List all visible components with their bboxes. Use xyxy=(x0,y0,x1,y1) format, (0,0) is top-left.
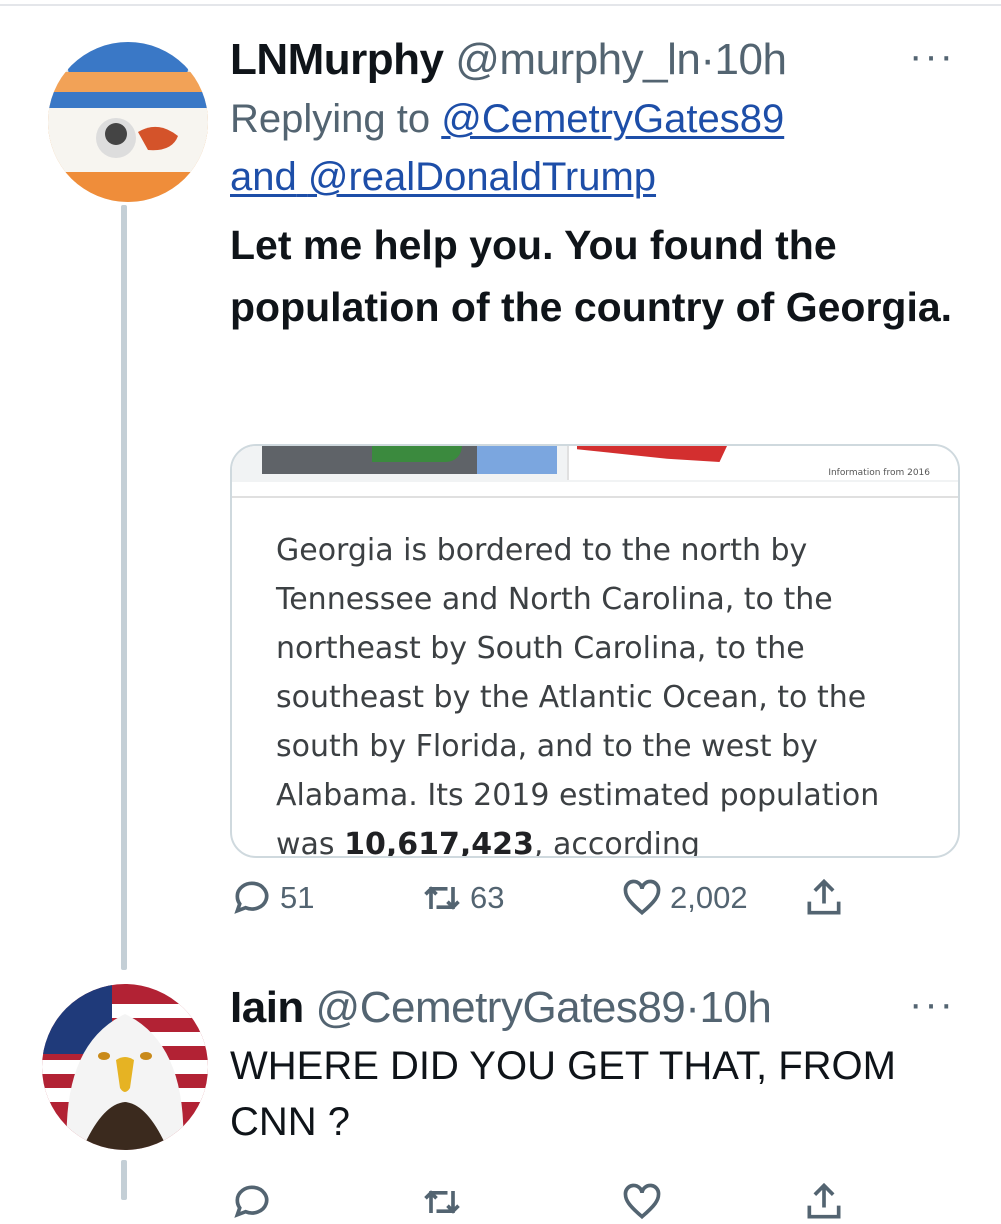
mention-link[interactable]: and @realDonaldTrump xyxy=(230,155,656,199)
retweet-button[interactable] xyxy=(420,1180,464,1224)
share-icon xyxy=(807,878,841,915)
tweet-actions xyxy=(230,1180,870,1220)
like-icon xyxy=(623,879,661,916)
mention-link[interactable]: @CemetryGates89 xyxy=(441,97,784,141)
retweet-button[interactable]: 63 xyxy=(420,876,504,920)
top-divider xyxy=(0,4,1001,6)
population-value: 10,617,423 xyxy=(344,827,534,858)
reply-button[interactable] xyxy=(230,1180,274,1224)
card-text: Georgia is bordered to the north by Tenn… xyxy=(276,526,926,858)
reply-icon xyxy=(234,881,269,914)
divider xyxy=(232,496,958,498)
more-icon[interactable]: ··· xyxy=(909,34,955,79)
tweet-header: LNMurphy @murphy_ln·10h xyxy=(230,30,965,90)
reply-count: 51 xyxy=(280,880,315,915)
like-button[interactable] xyxy=(620,1180,664,1224)
timestamp[interactable]: 10h xyxy=(699,983,771,1032)
replying-to-label: Replying to xyxy=(230,97,431,141)
thread-line xyxy=(121,205,127,970)
user-handle[interactable]: @murphy_ln xyxy=(455,35,701,84)
replying-to: Replying to @CemetryGates89 and @realDon… xyxy=(230,90,965,206)
tweet[interactable]: Iain @CemetryGates89·10h ··· WHERE DID Y… xyxy=(230,978,965,1150)
tweet-header: Iain @CemetryGates89·10h xyxy=(230,978,965,1038)
retweet-count: 63 xyxy=(470,880,505,915)
like-icon xyxy=(623,1183,661,1220)
display-name[interactable]: Iain xyxy=(230,983,304,1032)
like-count: 2,002 xyxy=(670,880,748,915)
avatar[interactable] xyxy=(42,984,208,1150)
share-icon xyxy=(807,1182,841,1219)
separator: · xyxy=(700,35,715,84)
reply-icon xyxy=(234,1185,269,1218)
tweet-text: Let me help you. You found the populatio… xyxy=(230,222,953,330)
share-button[interactable] xyxy=(802,876,846,920)
info-note: Information from 2016 xyxy=(828,468,930,478)
like-button[interactable]: 2,002 xyxy=(620,876,748,920)
tweet[interactable]: LNMurphy @murphy_ln·10h ··· Replying to … xyxy=(230,30,965,338)
user-handle[interactable]: @CemetryGates89 xyxy=(316,983,686,1032)
more-icon[interactable]: ··· xyxy=(909,982,955,1027)
timestamp[interactable]: 10h xyxy=(715,35,787,84)
thread-line xyxy=(121,1160,127,1200)
tweet-actions: 51 63 2,002 xyxy=(230,876,870,932)
tweet-text: WHERE DID YOU GET THAT, FROM CNN ? xyxy=(230,1044,896,1144)
avatar-eagle xyxy=(42,984,208,1150)
avatar[interactable] xyxy=(48,42,208,202)
reply-button[interactable]: 51 xyxy=(230,876,314,920)
share-button[interactable] xyxy=(802,1180,846,1224)
retweet-icon xyxy=(424,1190,460,1214)
display-name[interactable]: LNMurphy xyxy=(230,35,444,84)
avatar-baby-food-jar xyxy=(48,42,208,202)
separator: · xyxy=(685,983,700,1032)
retweet-icon xyxy=(424,886,460,910)
image-attachment[interactable]: Information from 2016 Georgia is bordere… xyxy=(230,444,960,858)
